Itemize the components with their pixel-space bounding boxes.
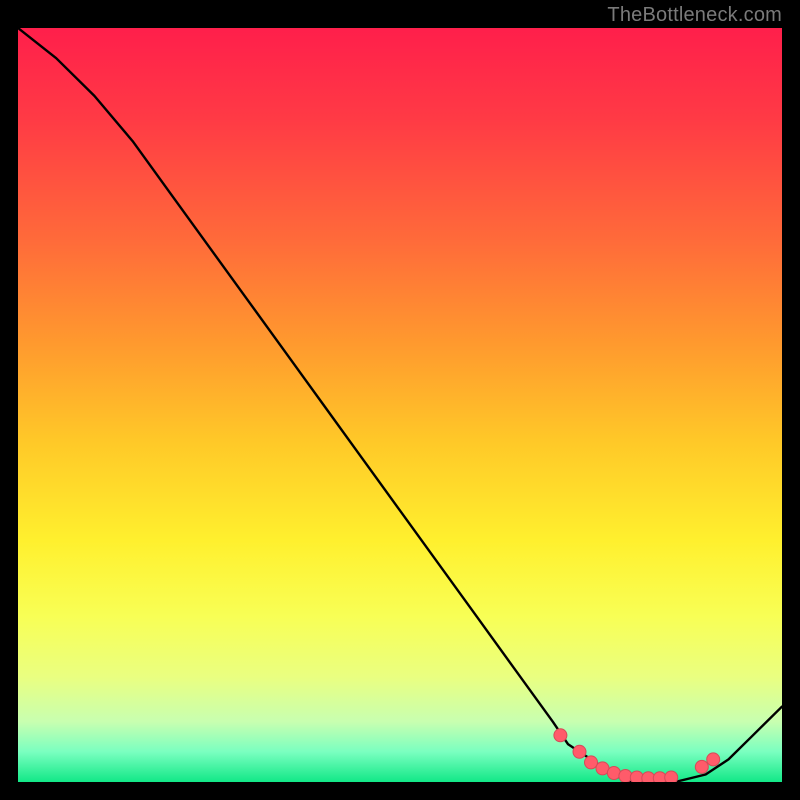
highlight-dot: [585, 756, 598, 769]
attribution-text: TheBottleneck.com: [607, 4, 782, 27]
highlight-dot: [573, 745, 586, 758]
highlight-dot: [665, 771, 678, 782]
chart-frame: TheBottleneck.com: [0, 0, 800, 800]
bottleneck-curve: [18, 28, 782, 782]
highlight-dot: [695, 760, 708, 773]
highlight-dot: [607, 767, 620, 780]
highlight-dot: [707, 753, 720, 766]
highlight-dot: [619, 770, 632, 783]
plot-area: [18, 28, 782, 782]
highlight-dot: [642, 772, 655, 782]
highlight-dot: [630, 771, 643, 782]
highlight-dots: [554, 729, 720, 782]
highlight-dot: [554, 729, 567, 742]
curve-layer: [18, 28, 782, 782]
